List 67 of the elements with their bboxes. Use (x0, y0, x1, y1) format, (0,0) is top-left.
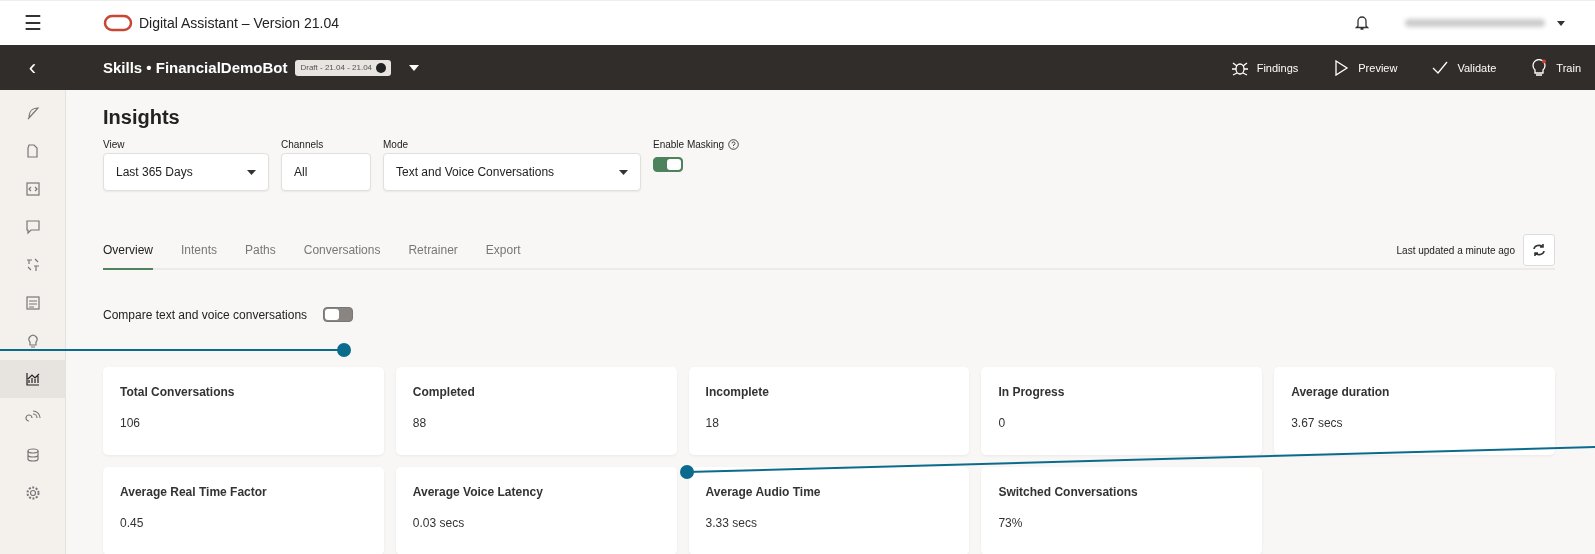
compare-label: Compare text and voice conversations (103, 307, 308, 322)
toggle-switch[interactable] (323, 307, 354, 322)
menu-icon[interactable]: ☰ (0, 11, 65, 35)
toolbar-button[interactable]: Findings (1230, 58, 1299, 77)
redacted-user-name[interactable] (1405, 19, 1545, 27)
logo-icon (103, 14, 133, 32)
metric-label: Average duration (1291, 385, 1391, 399)
metric-value: 0.03 secs (412, 516, 466, 530)
metric-value: 88 (412, 416, 428, 430)
metric-value: 18 (705, 416, 720, 430)
caret-icon (247, 169, 256, 175)
bell-icon[interactable] (1355, 15, 1369, 31)
metric-value: 0 (998, 416, 1007, 430)
last-updated-text: Last updated a minute ago (1396, 244, 1515, 256)
metric-label: Switched Conversations (998, 485, 1139, 499)
back-button[interactable]: ‹ (0, 54, 65, 81)
metric-value: 73% (998, 516, 1024, 530)
toggle-switch[interactable] (653, 157, 683, 172)
dropdown-field[interactable]: Text and Voice Conversations (383, 153, 641, 191)
metric-value: 3.67 secs (1291, 416, 1344, 430)
skill-title: Skills • FinancialDemoBot (103, 59, 288, 76)
metric-label: Total Conversations (120, 385, 236, 399)
metric-value: 0.45 (120, 516, 145, 530)
sidebar-item[interactable] (0, 360, 65, 398)
document-icon (24, 143, 41, 159)
info-icon (376, 62, 387, 73)
metric-label: Average Audio Time (705, 485, 822, 499)
metric-label: In Progress (998, 385, 1066, 399)
caret-icon (619, 169, 628, 175)
toolbar-button[interactable]: Validate (1431, 58, 1497, 77)
help-icon[interactable] (728, 139, 740, 150)
tab[interactable]: Overview (103, 232, 153, 270)
refresh-button[interactable] (1523, 234, 1555, 266)
metric-value: 106 (120, 416, 142, 430)
app-title: Digital Assistant – Version 21.04 (139, 15, 339, 31)
dropdown-field[interactable]: Last 365 Days (103, 153, 269, 191)
metric-value: 3.33 secs (705, 516, 758, 530)
chart-icon (24, 371, 41, 387)
chat-icon (24, 219, 41, 235)
page-title: Insights (103, 106, 181, 129)
field-label: View (103, 139, 125, 150)
voice-icon (24, 409, 41, 425)
caret-icon[interactable] (409, 64, 420, 71)
field-label: Channels (281, 139, 324, 150)
version-badge[interactable]: Draft - 21.04 - 21.04 (295, 59, 392, 76)
code-icon (24, 181, 41, 197)
database-icon (24, 447, 41, 463)
lightbulb-icon (1530, 58, 1549, 77)
field-label: Mode (383, 139, 408, 150)
field-label: Enable Masking (653, 139, 725, 150)
toolbar-button[interactable]: Preview (1332, 58, 1398, 77)
input-field[interactable]: All (281, 153, 371, 191)
translate-icon (24, 257, 41, 273)
metric-label: Completed (412, 385, 476, 399)
tab[interactable]: Conversations (303, 232, 381, 270)
metric-label: Average Voice Latency (412, 485, 544, 499)
list-icon (24, 295, 41, 311)
tab[interactable]: Export (485, 232, 521, 270)
tab[interactable]: Intents (181, 232, 218, 270)
toolbar-button[interactable]: Train (1530, 58, 1581, 77)
tab[interactable]: Retrainer (408, 232, 458, 270)
tab[interactable]: Paths (245, 232, 276, 270)
settings-icon (24, 485, 41, 501)
metric-label: Average Real Time Factor (120, 485, 268, 499)
caret-icon[interactable] (1557, 20, 1565, 26)
refresh-icon (1532, 243, 1546, 257)
metric-label: Incomplete (705, 385, 770, 399)
